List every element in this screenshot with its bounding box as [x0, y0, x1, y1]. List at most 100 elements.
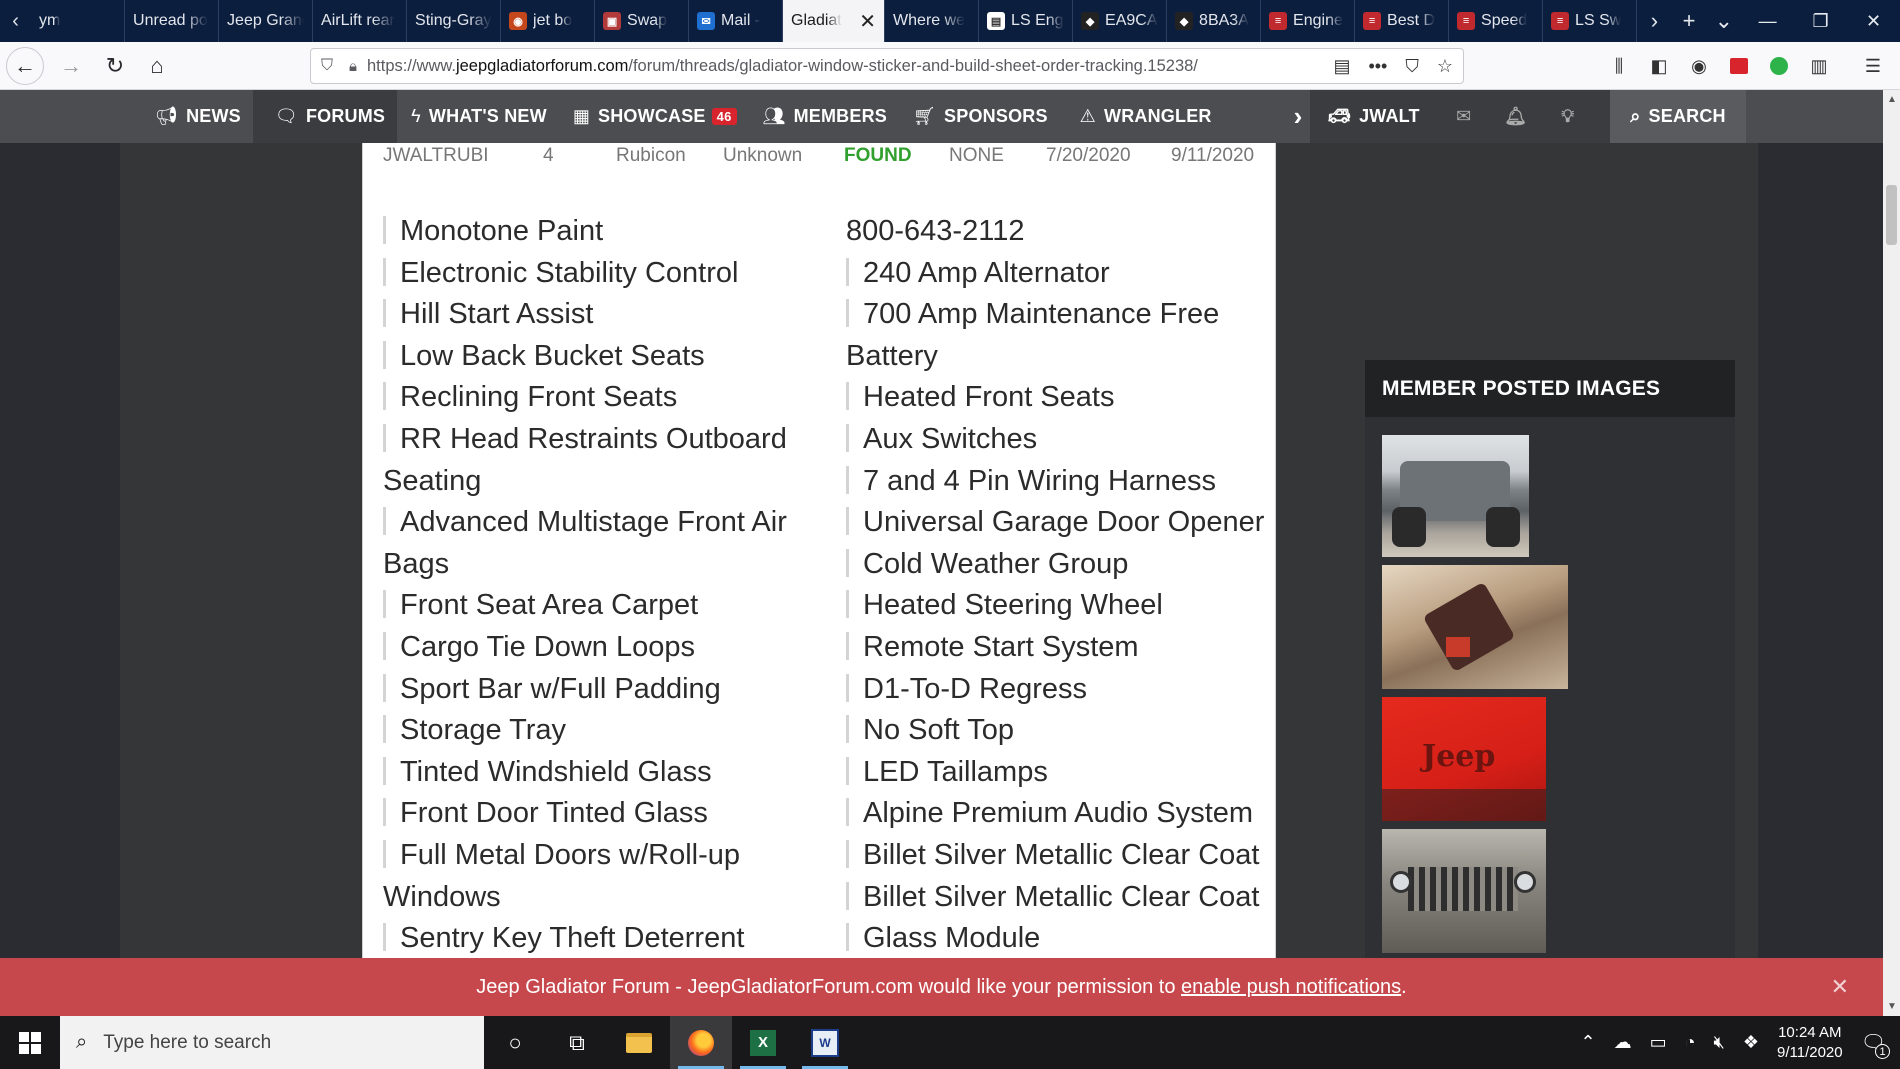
feature-text: Windows: [383, 880, 501, 913]
inbox-icon[interactable]: ✉: [1438, 90, 1490, 143]
nav-what-s-new[interactable]: ϟ WHAT'S NEW: [397, 90, 559, 143]
start-button[interactable]: [0, 1016, 60, 1069]
enable-push-link[interactable]: enable push notifications: [1181, 976, 1401, 999]
browser-tab[interactable]: ◆ EA9CA: [1073, 0, 1168, 42]
new-tab-icon[interactable]: +: [1672, 0, 1707, 42]
browser-tab[interactable]: ▣ Swap: [595, 0, 690, 42]
library-icon[interactable]: ⫼: [1605, 52, 1633, 80]
nav-wrangler[interactable]: ⚠︎ WRANGLER: [1060, 90, 1224, 143]
scrollbar-thumb[interactable]: [1886, 185, 1897, 245]
browser-tab[interactable]: ≡ Speed: [1449, 0, 1544, 42]
member-image-front-grille[interactable]: [1382, 829, 1546, 953]
browser-tab[interactable]: ≡ Engine: [1261, 0, 1356, 42]
browser-tab[interactable]: AirLift rear: [313, 0, 408, 42]
extension-grid-icon[interactable]: ▥: [1805, 52, 1833, 80]
reload-icon[interactable]: ↻: [96, 47, 134, 85]
nav-news[interactable]: 📢︎ NEWS: [145, 90, 253, 143]
tabs-scroll-right-icon[interactable]: ›: [1637, 0, 1672, 42]
nav-members[interactable]: 👥︎ MEMBERS: [749, 90, 899, 143]
row-door: 4: [543, 145, 554, 166]
alerts-bell-icon[interactable]: 🔔︎: [1490, 90, 1542, 143]
tab-active[interactable]: Gladiat ✕: [783, 0, 886, 42]
excel-icon[interactable]: X: [732, 1016, 794, 1069]
browser-tab[interactable]: Unread po: [125, 0, 220, 42]
task-view-icon[interactable]: ⧉: [546, 1016, 608, 1069]
browser-tab[interactable]: ◆ 8BA3A: [1167, 0, 1262, 42]
avatar: 🚙︎: [1328, 106, 1352, 126]
feature-text: Aux Switches: [863, 422, 1038, 455]
browser-tab[interactable]: ▤ LS Eng: [979, 0, 1074, 42]
browser-tab[interactable]: ≡ Best D: [1355, 0, 1450, 42]
pocket-icon[interactable]: ⛉: [1405, 56, 1419, 77]
extension-green-icon[interactable]: [1765, 52, 1793, 80]
member-image-red-jeep-badge[interactable]: Jeep: [1382, 697, 1546, 821]
extension-red-icon[interactable]: [1725, 52, 1753, 80]
tab-label: 8BA3A: [1199, 12, 1249, 29]
forum-nav-items: 📢︎ NEWS 🗨︎ FORUMS ϟ WHAT'S NEW ▦ SHOWCASE 46 👥︎ ME…: [145, 90, 1224, 143]
nav-scroll-right-icon[interactable]: ›: [1286, 90, 1310, 143]
volume-muted-icon[interactable]: 🔇︎: [1714, 1032, 1725, 1053]
home-icon[interactable]: ⌂: [138, 47, 176, 85]
notification-count: 1: [1875, 1044, 1890, 1059]
taskbar-search-box[interactable]: ⌕ Type here to search: [60, 1016, 484, 1069]
feature-text: Cargo Tie Down Loops: [400, 630, 695, 663]
tabs-scroll-left-icon[interactable]: ‹: [0, 0, 31, 42]
firefox-icon[interactable]: [670, 1016, 732, 1069]
clock[interactable]: 10:24 AM 9/11/2020: [1777, 1023, 1843, 1063]
list-bullet-bar: [383, 631, 386, 660]
lock-icon[interactable]: 🔒︎: [349, 58, 357, 75]
page-actions-icon[interactable]: •••: [1368, 56, 1387, 77]
menu-icon[interactable]: ☰: [1859, 52, 1887, 80]
back-icon[interactable]: ←: [6, 46, 44, 85]
list-bullet-bar: [846, 548, 849, 577]
megaphone-icon: 📢︎: [155, 106, 179, 126]
action-center-icon[interactable]: 🗨︎ 1: [1861, 1030, 1890, 1059]
close-tab-icon[interactable]: ✕: [859, 9, 876, 34]
cortana-icon[interactable]: ○: [484, 1016, 546, 1069]
sidebar-icon[interactable]: ◧: [1645, 52, 1673, 80]
tracking-shield-icon[interactable]: ⛉: [321, 57, 333, 75]
battery-icon[interactable]: ▭: [1650, 1032, 1667, 1053]
reader-view-icon[interactable]: ▤: [1333, 56, 1350, 77]
dropbox-icon[interactable]: ❖: [1743, 1032, 1759, 1053]
nav-forums[interactable]: 🗨︎ FORUMS: [252, 90, 398, 143]
close-notification-icon[interactable]: ✕: [1831, 974, 1849, 1000]
tray-overflow-icon[interactable]: ⌃: [1581, 1032, 1596, 1053]
file-explorer-icon[interactable]: [608, 1016, 670, 1069]
lightbulb-icon[interactable]: 💡︎: [1542, 90, 1594, 143]
member-image-truck-gray[interactable]: [1382, 435, 1529, 557]
close-window-icon[interactable]: ✕: [1847, 0, 1900, 42]
user-menu[interactable]: 🚙︎ JWALT: [1310, 90, 1438, 143]
feature-line: Seating: [383, 461, 823, 503]
browser-tab[interactable]: ✉ Mail -: [689, 0, 784, 42]
browser-tab[interactable]: Where we: [885, 0, 980, 42]
address-bar[interactable]: ⛉ 🔒︎ https://www. jeepgladiatorforum.com /…: [310, 48, 1464, 84]
minimize-icon[interactable]: —: [1741, 0, 1794, 42]
restore-icon[interactable]: ❐: [1794, 0, 1847, 42]
list-bullet-bar: [383, 798, 386, 827]
taskbar-search-placeholder: Type here to search: [103, 1031, 272, 1053]
forward-icon[interactable]: →: [52, 47, 90, 85]
browser-tab[interactable]: ≡ LS Sw: [1543, 0, 1638, 42]
member-image-rock-crawl[interactable]: [1382, 565, 1568, 689]
nav-sponsors[interactable]: 🛒︎ SPONSORS: [899, 90, 1060, 143]
list-bullet-bar: [383, 839, 386, 868]
bookmark-star-icon[interactable]: ☆: [1437, 56, 1453, 77]
tab-label: AirLift rear: [321, 12, 395, 29]
scroll-up-icon[interactable]: ▲: [1887, 94, 1897, 105]
browser-tab[interactable]: ◉ jet bo: [501, 0, 596, 42]
tab-list-dropdown-icon[interactable]: ⌄: [1706, 0, 1741, 42]
page-scrollbar[interactable]: ▲ ▼: [1883, 90, 1900, 1016]
search-button[interactable]: ⌕ SEARCH: [1610, 90, 1746, 143]
browser-tab[interactable]: ym: [31, 0, 126, 42]
scroll-down-icon[interactable]: ▼: [1887, 1001, 1897, 1012]
wifi-icon[interactable]: ◔: [1685, 1032, 1696, 1053]
onedrive-icon[interactable]: ☁: [1614, 1032, 1632, 1053]
app-icon[interactable]: W: [794, 1016, 856, 1069]
account-icon[interactable]: ◉: [1685, 52, 1713, 80]
nav-showcase[interactable]: ▦ SHOWCASE 46: [559, 90, 749, 143]
tab-strip: ‹ ym Unread po Jeep Granc AirLift rear Sting…: [0, 0, 1900, 42]
browser-tab[interactable]: Jeep Granc: [219, 0, 314, 42]
grid-icon: ▦: [572, 106, 591, 126]
browser-tab[interactable]: Sting-Gray: [407, 0, 502, 42]
